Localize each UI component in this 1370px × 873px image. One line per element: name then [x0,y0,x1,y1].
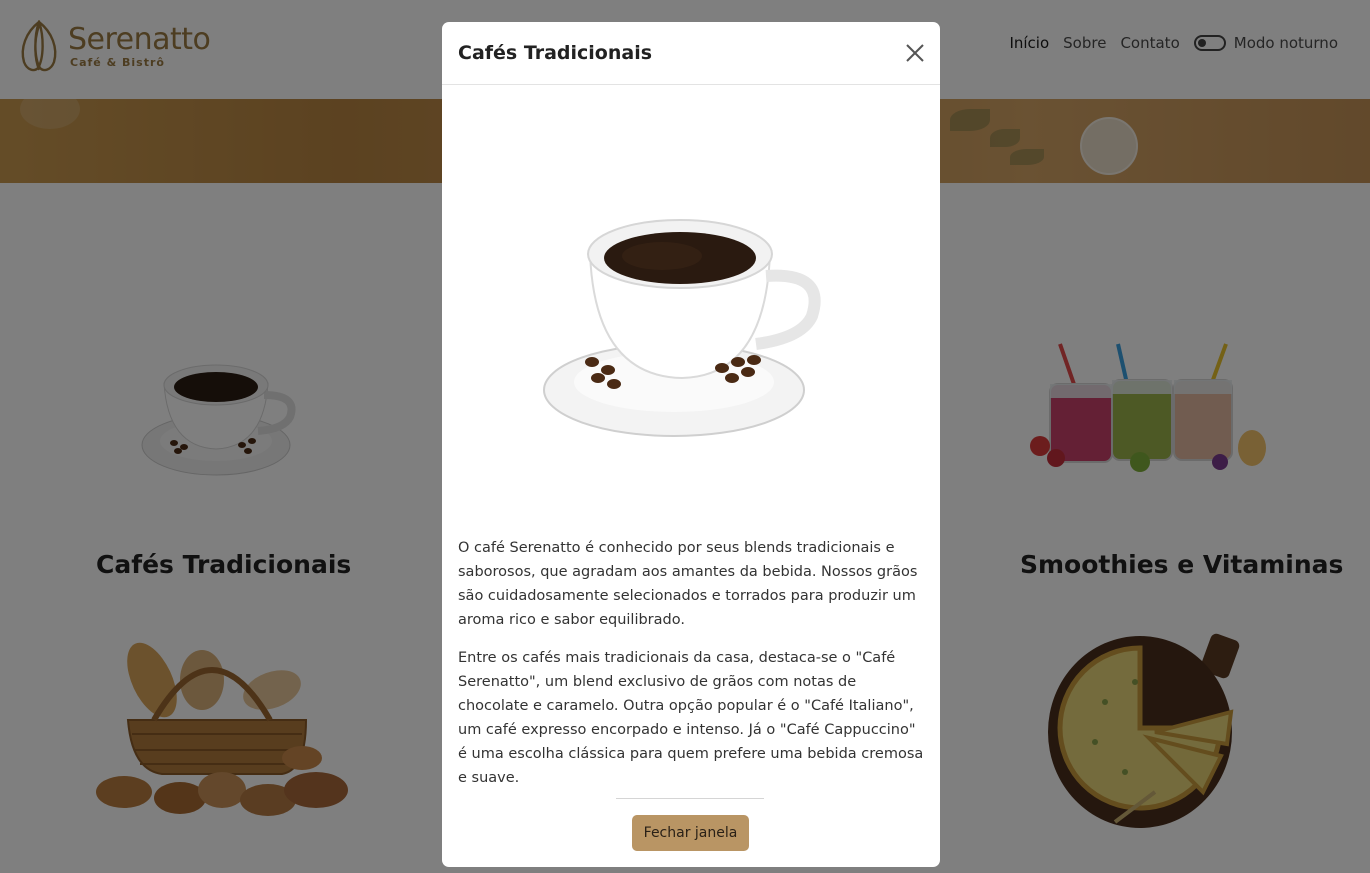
product-modal: Cafés Tradicionais O café Serenatto é co… [442,22,940,867]
modal-header: Cafés Tradicionais [442,22,940,85]
close-modal-button[interactable]: Fechar janela [632,815,749,851]
coffee-cup-image [543,219,821,437]
modal-description: O café Serenatto é conhecido por seus bl… [458,536,928,804]
description-paragraph: O café Serenatto é conhecido por seus bl… [458,540,918,628]
description-paragraph: Entre os cafés mais tradicionais da casa… [458,650,924,786]
close-icon[interactable] [904,42,926,64]
modal-divider [616,798,764,799]
modal-title: Cafés Tradicionais [458,42,653,64]
